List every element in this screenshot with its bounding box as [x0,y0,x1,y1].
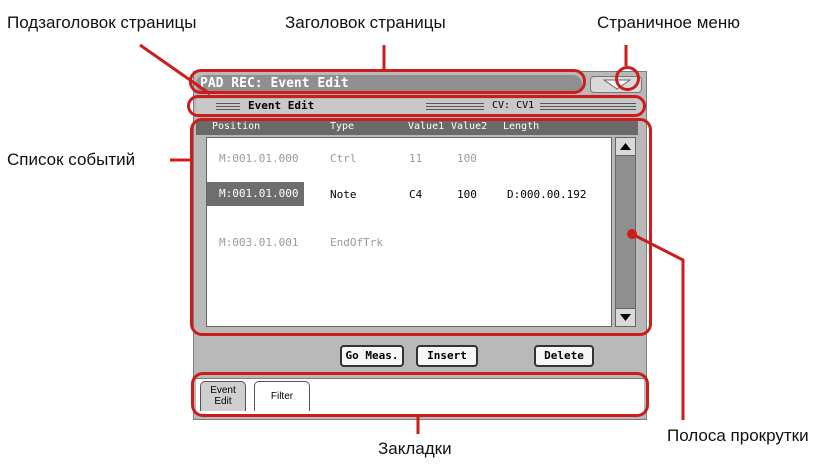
page-title-bar: PAD REC: Event Edit [196,75,582,93]
event-position: M:001.01.000 [207,182,305,206]
callout-page-subtitle: Подзаголовок страницы [7,13,197,32]
page-menu-button[interactable] [590,76,642,93]
event-type: Ctrl [330,152,357,165]
event-row[interactable]: M:001.01.000 Ctrl 11 100 [207,146,613,170]
event-row-selected[interactable]: M:001.01.000 Note C4 100 D:000.00.192 [207,182,613,206]
callout-tabs: Закладки [378,439,452,458]
event-list-scrollbar[interactable] [615,137,636,327]
cv-label: CV: CV1 [492,100,535,111]
subtitle-stripes-mid [426,103,484,110]
event-position: M:001.01.000 [219,152,299,165]
page-subtitle: Event Edit [248,99,315,112]
tab-filter[interactable]: Filter [254,381,310,411]
triangle-down-icon [603,79,631,90]
event-position: M:003.01.001 [219,236,299,249]
callout-page-title: Заголовок страницы [285,13,446,32]
column-header-position: Position [212,121,261,132]
event-list[interactable]: M:001.01.000 Ctrl 11 100 M:001.01.000 No… [206,137,612,327]
column-header-type: Type [330,121,355,132]
tab-label-line1: Event [210,385,236,396]
subtitle-stripes-right [540,103,636,110]
event-value1: 11 [409,152,423,165]
scroll-up-button[interactable] [616,138,635,156]
tab-event-edit[interactable]: Event Edit [200,381,246,411]
callout-page-menu: Страничное меню [597,13,741,32]
scroll-down-button[interactable] [616,308,635,326]
event-type: EndOfTrk [330,236,383,249]
arrow-down-icon [620,314,631,321]
event-value2: 100 [457,188,477,201]
page-subtitle-bar: Event Edit CV: CV1 [196,99,644,114]
event-value1: C4 [409,188,423,201]
device-screen: PAD REC: Event Edit Event Edit CV: CV1 P… [193,71,647,420]
tab-label: Filter [270,391,294,402]
column-header-length: Length [503,121,540,132]
arrow-up-icon [620,143,631,150]
callout-scrollbar: Полоса прокрутки [667,426,809,445]
event-length: D:000.00.192 [507,188,587,201]
delete-button[interactable]: Delete [534,345,594,367]
callout-event-list: Список событий [7,150,136,169]
page-title: PAD REC: Event Edit [200,76,349,91]
tab-bar: Event Edit Filter [196,378,644,414]
insert-button[interactable]: Insert [416,345,478,367]
event-list-header: Position Type Value1 Value2 Length [196,120,638,135]
event-row[interactable]: M:003.01.001 EndOfTrk [207,230,613,254]
subtitle-stripes-left [216,103,240,110]
event-value2: 100 [457,152,477,165]
scrollbar-thumb[interactable] [616,156,635,308]
tab-label-line2: Edit [214,396,232,407]
event-type: Note [330,188,357,201]
go-meas-button[interactable]: Go Meas. [340,345,404,367]
column-header-value2: Value2 [451,121,488,132]
column-header-value1: Value1 [408,121,445,132]
